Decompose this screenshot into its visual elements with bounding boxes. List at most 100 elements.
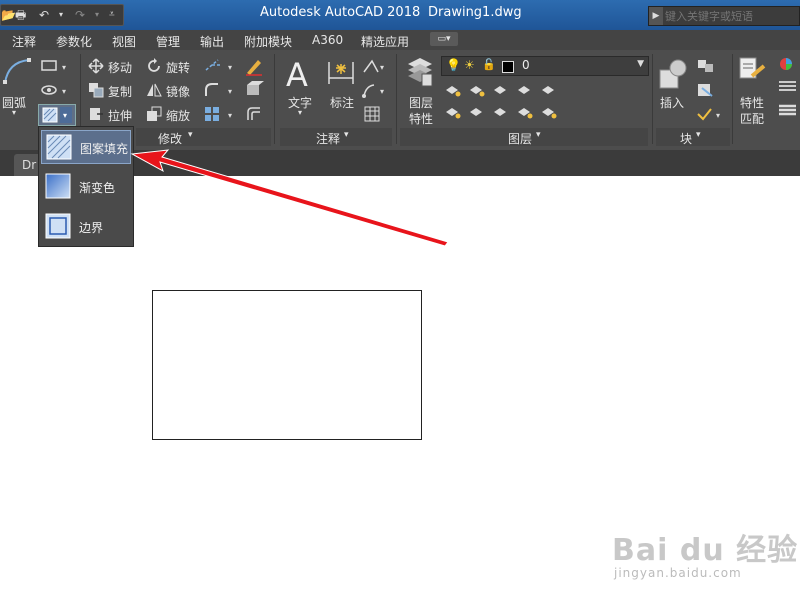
hatch-icon — [46, 134, 72, 160]
tab-featured-apps[interactable]: 精选应用 — [361, 33, 409, 50]
help-search-box: ▶ — [648, 6, 800, 26]
create-block-icon[interactable] — [696, 58, 716, 74]
chevron-down-icon[interactable]: ▾ — [298, 108, 302, 117]
property-controls-icon[interactable] — [776, 56, 800, 126]
svg-text:▾: ▾ — [228, 111, 232, 120]
move-label[interactable]: 移动 — [108, 59, 132, 76]
chevron-down-icon[interactable]: ▼ — [637, 59, 644, 69]
tab-annotate[interactable]: 注释 — [12, 33, 36, 50]
rectangle-icon[interactable]: ▾ — [40, 58, 72, 74]
sun-icon[interactable]: ☀ — [464, 58, 475, 72]
stretch-icon[interactable] — [88, 106, 104, 122]
mirror-label[interactable]: 镜像 — [166, 83, 190, 100]
rotate-label[interactable]: 旋转 — [166, 59, 190, 76]
menu-item-boundary[interactable]: 边界 — [41, 210, 131, 244]
print-icon[interactable]: 🖶 — [15, 7, 26, 23]
edit-block-icon[interactable] — [696, 82, 716, 98]
match-properties-icon[interactable] — [738, 56, 766, 88]
customize-toolbar-icon[interactable]: ⩡ — [109, 7, 115, 23]
scale-label[interactable]: 缩放 — [166, 107, 190, 124]
chevron-down-icon[interactable]: ▾ — [536, 130, 541, 140]
layer-dropdown[interactable]: 💡 ☀ 🔓 0 ▼ — [441, 56, 649, 76]
gradient-icon — [45, 173, 71, 199]
menu-item-label: 渐变色 — [79, 181, 116, 195]
tab-output[interactable]: 输出 — [200, 33, 224, 50]
block-attributes-icon[interactable]: ▾ — [696, 106, 726, 122]
svg-text:▾: ▾ — [228, 63, 232, 72]
chevron-down-icon[interactable]: ▾ — [12, 108, 16, 117]
layer-color-swatch[interactable] — [502, 61, 514, 73]
properties-label-line1[interactable]: 特性 — [740, 94, 764, 111]
redo-icon[interactable]: ↷ — [75, 7, 85, 23]
chevron-down-icon[interactable]: ▾ — [344, 130, 349, 140]
modify-panel-label[interactable]: 修改 — [158, 130, 182, 147]
menu-item-gradient[interactable]: 渐变色 — [41, 170, 131, 204]
svg-text:▾: ▾ — [716, 111, 720, 120]
search-input[interactable] — [665, 7, 799, 25]
drawn-rectangle[interactable] — [152, 290, 422, 440]
menu-item-label: 边界 — [79, 221, 104, 235]
erase-icon[interactable] — [244, 56, 264, 76]
menu-item-label: 图案填充 — [80, 142, 129, 156]
tab-manage[interactable]: 管理 — [156, 33, 180, 50]
current-layer-name: 0 — [522, 58, 530, 72]
array-icon[interactable]: ▾ — [204, 106, 236, 122]
baidu-jingyan-watermark: Bai du 经验 — [612, 533, 799, 568]
unlock-icon[interactable]: 🔓 — [482, 58, 496, 71]
table-icon[interactable] — [364, 106, 380, 122]
svg-text:▾: ▾ — [228, 87, 232, 96]
explode-icon[interactable] — [244, 80, 264, 100]
rotate-icon[interactable] — [146, 58, 162, 74]
dimension-label[interactable]: 标注 — [330, 94, 354, 111]
layer-tools-icons[interactable] — [444, 82, 564, 122]
fillet-icon[interactable]: ▾ — [204, 82, 236, 98]
hatch-eye-icon[interactable]: ▾ — [40, 82, 72, 98]
tab-addins[interactable]: 附加模块 — [244, 33, 292, 50]
svg-text:A: A — [286, 56, 308, 90]
layer-properties-label-line1[interactable]: 图层 — [409, 94, 433, 111]
offset-icon[interactable] — [244, 104, 264, 124]
hatch-button[interactable]: ▾ — [38, 104, 76, 126]
insert-block-icon[interactable] — [658, 58, 688, 90]
undo-icon[interactable]: ↶ — [39, 7, 49, 23]
arc-icon[interactable] — [2, 56, 32, 86]
svg-text:▾: ▾ — [62, 87, 66, 96]
trim-icon[interactable]: ▾ — [204, 58, 236, 74]
layers-panel-label[interactable]: 图层 — [508, 130, 532, 147]
quick-access-toolbar: 📂 🖶 ↶ ▾ ↷ ▾ ⩡ — [0, 4, 124, 26]
undo-dropdown-icon[interactable]: ▾ — [59, 7, 63, 23]
properties-label-line2[interactable]: 匹配 — [740, 110, 764, 127]
redo-dropdown-icon[interactable]: ▾ — [95, 7, 99, 23]
layer-properties-icon[interactable] — [406, 56, 434, 90]
layer-properties-label-line2[interactable]: 特性 — [409, 110, 433, 127]
mirror-icon[interactable] — [146, 82, 162, 98]
text-icon[interactable]: A — [284, 56, 316, 90]
svg-text:▾: ▾ — [62, 63, 66, 72]
leader-icon[interactable]: ▾ — [362, 58, 388, 74]
lightbulb-icon[interactable]: 💡 — [446, 58, 461, 72]
tab-a360[interactable]: A360 — [312, 33, 343, 47]
block-panel-label[interactable]: 块 — [680, 130, 692, 147]
copy-label[interactable]: 复制 — [108, 83, 132, 100]
menu-item-hatch[interactable]: 图案填充 — [41, 130, 131, 164]
tab-parametric[interactable]: 参数化 — [56, 33, 92, 50]
hatch-icon: ▾ — [42, 107, 72, 123]
dimension-icon[interactable] — [326, 58, 356, 88]
copy-icon[interactable] — [88, 82, 104, 98]
ribbon-tabs: 注释 参数化 视图 管理 输出 附加模块 A360 精选应用 ▭▾ — [0, 30, 800, 50]
chevron-down-icon[interactable]: ▾ — [188, 130, 193, 140]
tab-view[interactable]: 视图 — [112, 33, 136, 50]
move-icon[interactable] — [88, 58, 104, 74]
open-folder-icon[interactable]: 📂 — [1, 7, 16, 23]
boundary-icon — [45, 213, 71, 239]
stretch-label[interactable]: 拉伸 — [108, 107, 132, 124]
svg-text:▾: ▾ — [380, 63, 384, 72]
toggle-ribbon-icon[interactable]: ▭▾ — [430, 32, 458, 46]
svg-text:▾: ▾ — [63, 111, 67, 120]
chevron-right-icon[interactable]: ▶ — [649, 7, 663, 25]
annotation-panel-label[interactable]: 注释 — [316, 130, 340, 147]
insert-label[interactable]: 插入 — [660, 94, 684, 111]
multileader-icon[interactable]: ▾ — [362, 82, 388, 98]
scale-icon[interactable] — [146, 106, 162, 122]
chevron-down-icon[interactable]: ▾ — [696, 130, 701, 140]
